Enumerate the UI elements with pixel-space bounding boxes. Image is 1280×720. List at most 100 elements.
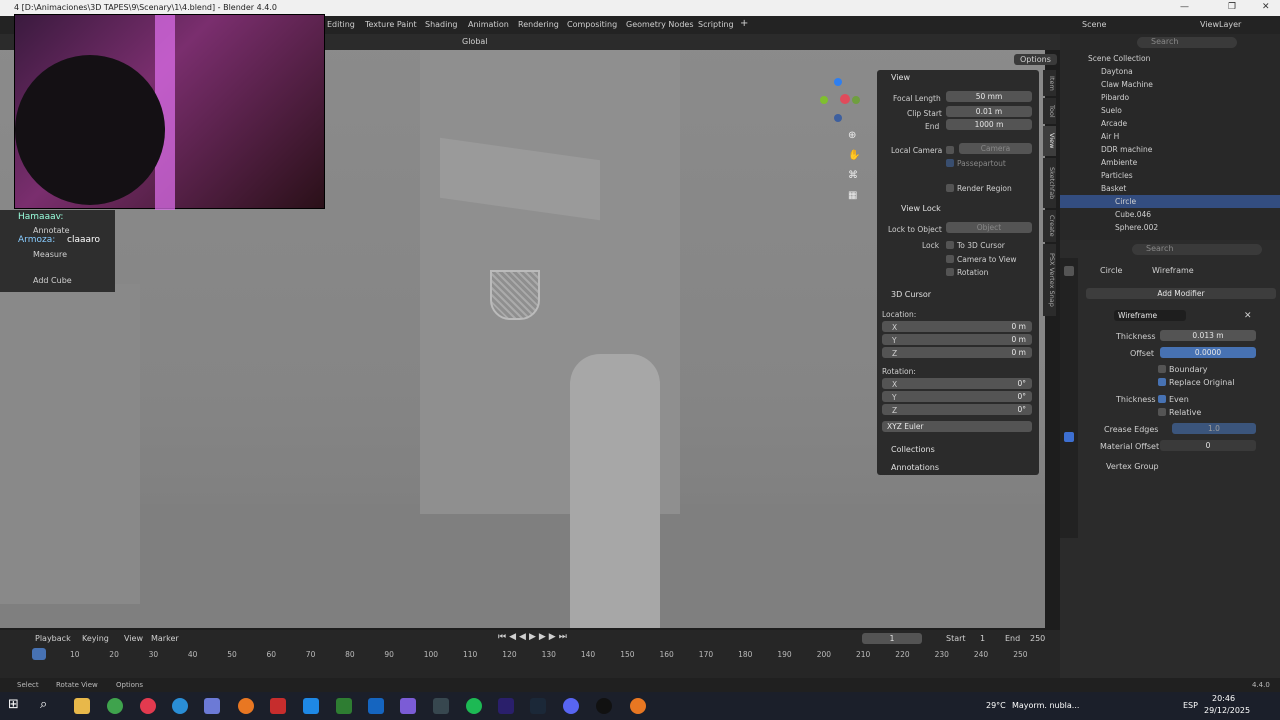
- video-app-icon[interactable]: [270, 698, 286, 714]
- tab-rendering[interactable]: Rendering: [518, 20, 559, 29]
- tab-scripting[interactable]: Scripting: [698, 20, 734, 29]
- tab-psx-vertex-snap[interactable]: PSX Vertex Snap: [1043, 244, 1056, 316]
- blender-icon[interactable]: [238, 698, 254, 714]
- boundary-checkbox[interactable]: [1158, 365, 1166, 373]
- maximize-icon[interactable]: ❐: [1228, 2, 1236, 12]
- grid-view-icon[interactable]: ▦: [848, 190, 857, 201]
- tool-measure[interactable]: Measure: [33, 250, 67, 259]
- frame-ruler[interactable]: 1102030405060708090100110120130140150160…: [0, 648, 1060, 662]
- local-camera-checkbox[interactable]: [946, 146, 954, 154]
- outliner-item-circle[interactable]: Circle: [1060, 197, 1136, 206]
- playback-controls[interactable]: ⏮◀◀▶▶▶⏭: [498, 632, 570, 642]
- 3d-cursor-header[interactable]: 3D Cursor: [891, 290, 931, 299]
- file-explorer-icon[interactable]: [74, 698, 90, 714]
- local-camera-field[interactable]: Camera: [959, 143, 1032, 154]
- camera-view-icon[interactable]: ⌘: [848, 170, 858, 181]
- tab-view[interactable]: View: [1043, 126, 1056, 156]
- relative-checkbox[interactable]: [1158, 408, 1166, 416]
- close-icon[interactable]: ✕: [1244, 311, 1252, 321]
- outliner-search[interactable]: Search: [1137, 37, 1237, 48]
- passepartout-checkbox[interactable]: [946, 159, 954, 167]
- collections-header[interactable]: Collections: [891, 445, 935, 454]
- after-effects-icon[interactable]: [498, 698, 514, 714]
- end-field[interactable]: 250: [1030, 634, 1045, 643]
- options-button[interactable]: Options: [1014, 54, 1057, 65]
- steam-icon[interactable]: [530, 698, 546, 714]
- windows-start-icon[interactable]: ⊞: [8, 697, 19, 712]
- location-z-field[interactable]: 0 m: [882, 347, 1032, 358]
- clip-start-field[interactable]: 0.01 m: [946, 106, 1032, 117]
- to-3d-cursor-checkbox[interactable]: [946, 241, 954, 249]
- app-icon[interactable]: [400, 698, 416, 714]
- crease-edges-field[interactable]: 1.0: [1172, 423, 1256, 434]
- chrome-icon[interactable]: [107, 698, 123, 714]
- tab-sketchfab[interactable]: Sketchfab: [1043, 158, 1056, 208]
- pycharm-icon[interactable]: [336, 698, 352, 714]
- tool-tab-icon[interactable]: [1064, 266, 1074, 276]
- view-lock-header[interactable]: View Lock: [901, 204, 941, 213]
- spotify-icon[interactable]: [466, 698, 482, 714]
- replace-original-checkbox[interactable]: [1158, 378, 1166, 386]
- location-x-field[interactable]: 0 m: [882, 321, 1032, 332]
- blender-active-icon[interactable]: [630, 698, 646, 714]
- menu-playback[interactable]: Playback: [35, 634, 71, 643]
- tab-shading[interactable]: Shading: [425, 20, 458, 29]
- playhead[interactable]: [32, 648, 46, 660]
- properties-search[interactable]: Search: [1132, 244, 1262, 255]
- tool-annotate[interactable]: Annotate: [33, 226, 70, 235]
- outliner-item[interactable]: Claw Machine: [1060, 80, 1153, 89]
- view-section-header[interactable]: View: [891, 73, 910, 82]
- focal-length-field[interactable]: 50 mm: [946, 91, 1032, 102]
- outliner-item[interactable]: Daytona: [1060, 67, 1133, 76]
- app-icon[interactable]: [433, 698, 449, 714]
- even-checkbox[interactable]: [1158, 395, 1166, 403]
- current-frame-field[interactable]: 1: [862, 633, 922, 644]
- weather-desc[interactable]: Mayorm. nubla...: [1012, 701, 1079, 710]
- outliner-item-scene-collection[interactable]: Scene Collection: [1060, 54, 1150, 63]
- transform-orientation[interactable]: Global: [462, 37, 488, 46]
- tab-animation[interactable]: Animation: [468, 20, 509, 29]
- thickness-field[interactable]: 0.013 m: [1160, 330, 1256, 341]
- obs-icon[interactable]: [596, 698, 612, 714]
- close-icon[interactable]: ✕: [1262, 2, 1270, 12]
- rotation-mode-dropdown[interactable]: XYZ Euler: [882, 421, 1032, 432]
- minimize-icon[interactable]: —: [1180, 2, 1189, 12]
- clip-end-field[interactable]: 1000 m: [946, 119, 1032, 130]
- location-y-field[interactable]: 0 m: [882, 334, 1032, 345]
- weather-temp[interactable]: 29°C: [986, 701, 1006, 710]
- modifier-tab-icon[interactable]: [1064, 432, 1074, 442]
- outliner-item[interactable]: DDR machine: [1060, 145, 1152, 154]
- menu-view[interactable]: View: [124, 634, 143, 643]
- outliner-item[interactable]: Particles: [1060, 171, 1133, 180]
- rotation-y-field[interactable]: 0°: [882, 391, 1032, 402]
- outliner-item[interactable]: Pibardo: [1060, 93, 1129, 102]
- tab-compositing[interactable]: Compositing: [567, 20, 617, 29]
- tab-editing[interactable]: Editing: [327, 20, 355, 29]
- add-modifier-button[interactable]: Add Modifier: [1086, 288, 1276, 299]
- language-indicator[interactable]: ESP: [1183, 701, 1198, 710]
- menu-marker[interactable]: Marker: [151, 634, 179, 643]
- tab-item[interactable]: Item: [1043, 70, 1056, 96]
- material-offset-field[interactable]: 0: [1160, 440, 1256, 451]
- app-icon[interactable]: [204, 698, 220, 714]
- outliner-item[interactable]: Sphere.002: [1060, 223, 1158, 232]
- vscode-icon[interactable]: [368, 698, 384, 714]
- zoom-icon[interactable]: ⊕: [848, 130, 856, 141]
- navigation-gizmo[interactable]: [820, 78, 860, 122]
- discord-icon[interactable]: [563, 698, 579, 714]
- pan-hand-icon[interactable]: ✋: [848, 150, 860, 161]
- scene-selector[interactable]: Scene: [1082, 20, 1106, 29]
- search-icon[interactable]: ⌕: [40, 697, 47, 712]
- outliner-item[interactable]: Air H: [1060, 132, 1119, 141]
- vertex-group-header[interactable]: Vertex Group: [1106, 462, 1159, 471]
- tab-texture-paint[interactable]: Texture Paint: [365, 20, 417, 29]
- edge-icon[interactable]: [172, 698, 188, 714]
- rotation-z-field[interactable]: 0°: [882, 404, 1032, 415]
- outliner-item[interactable]: Arcade: [1060, 119, 1127, 128]
- rotation-lock-checkbox[interactable]: [946, 268, 954, 276]
- outliner-item[interactable]: Cube.046: [1060, 210, 1151, 219]
- annotations-header[interactable]: Annotations: [891, 463, 939, 472]
- offset-field[interactable]: 0.0000: [1160, 347, 1256, 358]
- lock-to-object-field[interactable]: Object: [946, 222, 1032, 233]
- clock-date[interactable]: 29/12/2025: [1204, 706, 1250, 715]
